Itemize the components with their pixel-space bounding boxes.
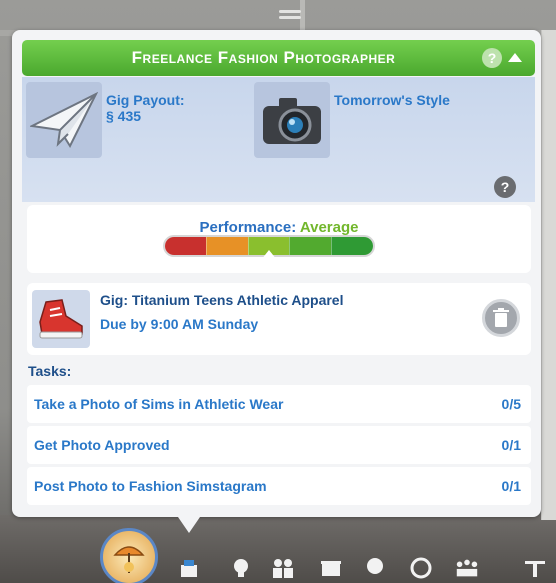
aspirations-icon[interactable] — [362, 555, 388, 581]
career-icon[interactable] — [100, 528, 158, 583]
skills-icon[interactable] — [228, 555, 254, 581]
task-row[interactable]: Post Photo to Fashion Simstagram 0/1 — [27, 467, 531, 505]
task-progress: 0/1 — [501, 437, 521, 453]
gig-title: Gig: Titanium Teens Athletic Apparel — [100, 292, 344, 308]
performance-segment — [165, 237, 206, 255]
task-label: Take a Photo of Sims in Athletic Wear — [34, 396, 284, 412]
performance-text: Performance: Average — [27, 219, 531, 236]
task-row[interactable]: Take a Photo of Sims in Athletic Wear 0/… — [27, 385, 531, 423]
task-row[interactable]: Get Photo Approved 0/1 — [27, 426, 531, 464]
sneaker-icon — [32, 290, 90, 348]
task-progress: 0/1 — [501, 478, 521, 494]
task-label: Post Photo to Fashion Simstagram — [34, 478, 267, 494]
help-button[interactable]: ? — [482, 48, 502, 68]
simology-icon[interactable] — [176, 555, 202, 581]
task-label: Get Photo Approved — [34, 437, 170, 453]
performance-label: Performance: — [199, 219, 297, 236]
performance-help-icon[interactable]: ? — [494, 176, 516, 198]
gig-due: Due by 9:00 AM Sunday — [100, 316, 259, 332]
relationships-icon[interactable] — [270, 555, 296, 581]
payout-label: Gig Payout: — [106, 92, 185, 108]
panel-title: Freelance Fashion Photographer — [131, 48, 396, 67]
camera-icon — [254, 82, 330, 158]
trash-icon — [493, 308, 509, 327]
household-icon[interactable] — [454, 555, 480, 581]
panel-title-bar: Freelance Fashion Photographer — [22, 40, 535, 76]
performance-segment — [205, 237, 248, 255]
quit-gig-button[interactable] — [482, 299, 520, 337]
payout-value: § 435 — [106, 108, 142, 124]
tasks-header: Tasks: — [28, 363, 72, 379]
emotions-icon[interactable] — [408, 555, 434, 581]
inventory-icon[interactable] — [318, 555, 344, 581]
build-icon[interactable] — [520, 555, 550, 581]
drag-handle[interactable] — [279, 10, 301, 22]
adjacent-panel-edge — [541, 30, 556, 520]
performance-marker-icon — [261, 250, 277, 260]
task-list: Take a Photo of Sims in Athletic Wear 0/… — [27, 385, 531, 508]
task-progress: 0/5 — [501, 396, 521, 412]
panel-pointer — [178, 517, 200, 533]
performance-value: Average — [299, 219, 359, 236]
collapse-caret-icon[interactable] — [508, 53, 522, 62]
performance-segment — [289, 237, 332, 255]
paper-plane-icon — [26, 82, 102, 158]
performance-segment — [331, 237, 373, 255]
client-label: Tomorrow's Style — [334, 92, 450, 108]
